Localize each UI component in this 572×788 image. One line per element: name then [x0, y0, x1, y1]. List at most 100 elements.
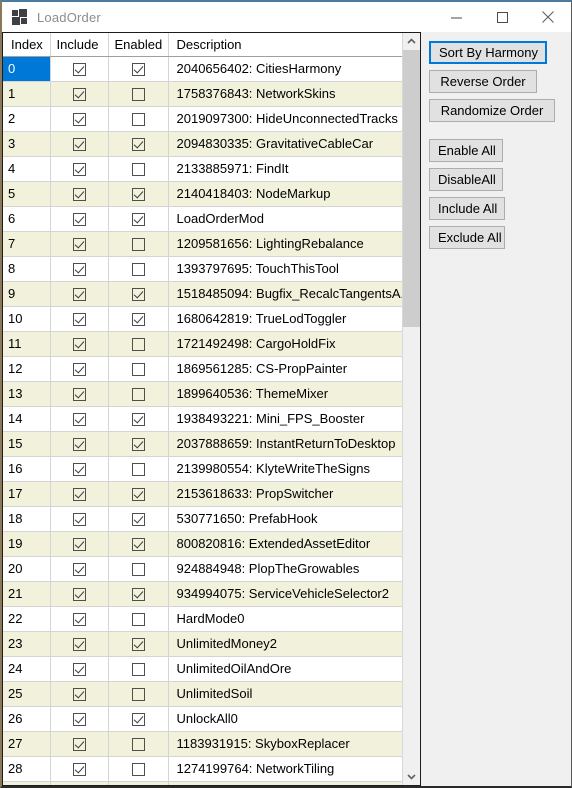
cell-enabled-checkbox[interactable] [108, 406, 169, 432]
cell-index[interactable]: 17 [3, 481, 51, 507]
checkbox-unchecked-icon[interactable] [131, 663, 145, 677]
cell-include-checkbox[interactable] [50, 756, 109, 782]
column-header-enabled[interactable]: Enabled [108, 33, 169, 57]
cell-description[interactable]: LoadOrderMod [168, 206, 402, 232]
cell-index[interactable]: 19 [3, 531, 51, 557]
cell-index[interactable]: 22 [3, 606, 51, 632]
cell-description[interactable]: 1183931915: SkyboxReplacer [168, 731, 402, 757]
checkbox-unchecked-icon[interactable] [131, 738, 145, 752]
checkbox-checked-icon[interactable] [131, 538, 145, 552]
cell-index[interactable]: 16 [3, 456, 51, 482]
cell-description[interactable]: HardMode0 [168, 606, 402, 632]
sort-by-harmony-button[interactable]: Sort By Harmony [429, 41, 547, 64]
table-row[interactable]: 9 1518485094: Bugfix_RecalcTangentsA... [3, 281, 402, 307]
cell-index[interactable]: 15 [3, 431, 51, 457]
cell-index[interactable]: 20 [3, 556, 51, 582]
cell-description[interactable]: 1680642819: TrueLodToggler [168, 306, 402, 332]
scrollbar-track[interactable] [403, 50, 420, 768]
checkbox-unchecked-icon[interactable] [131, 88, 145, 102]
cell-include-checkbox[interactable] [50, 81, 109, 107]
cell-description[interactable]: 1721492498: CargoHoldFix [168, 331, 402, 357]
table-row[interactable]: 19 800820816: ExtendedAssetEditor [3, 531, 402, 557]
cell-enabled-checkbox[interactable] [108, 106, 169, 132]
cell-include-checkbox[interactable] [50, 506, 109, 532]
cell-include-checkbox[interactable] [50, 56, 109, 82]
table-row[interactable]: 28 1274199764: NetworkTiling [3, 756, 402, 782]
checkbox-unchecked-icon[interactable] [131, 388, 145, 402]
cell-description[interactable] [168, 781, 402, 785]
checkbox-checked-icon[interactable] [72, 113, 86, 127]
table-row[interactable]: 15 2037888659: InstantReturnToDesktop [3, 431, 402, 457]
cell-enabled-checkbox[interactable] [108, 256, 169, 282]
cell-description[interactable]: 1274199764: NetworkTiling [168, 756, 402, 782]
checkbox-checked-icon[interactable] [131, 213, 145, 227]
cell-description[interactable]: 1518485094: Bugfix_RecalcTangentsA... [168, 281, 402, 307]
checkbox-checked-icon[interactable] [131, 63, 145, 77]
checkbox-checked-icon[interactable] [72, 313, 86, 327]
maximize-button[interactable] [479, 2, 525, 32]
cell-index[interactable]: 27 [3, 731, 51, 757]
checkbox-checked-icon[interactable] [131, 588, 145, 602]
scroll-down-button[interactable] [403, 768, 420, 785]
table-row[interactable]: 25 UnlimitedSoil [3, 681, 402, 707]
checkbox-checked-icon[interactable] [72, 88, 86, 102]
cell-index[interactable]: 24 [3, 656, 51, 682]
checkbox-checked-icon[interactable] [72, 138, 86, 152]
checkbox-unchecked-icon[interactable] [131, 613, 145, 627]
cell-enabled-checkbox[interactable] [108, 81, 169, 107]
table-row[interactable]: 17 2153618633: PropSwitcher [3, 481, 402, 507]
exclude-all-button[interactable]: Exclude All [429, 226, 505, 249]
checkbox-unchecked-icon[interactable] [131, 563, 145, 577]
minimize-button[interactable] [433, 2, 479, 32]
checkbox-checked-icon[interactable] [131, 438, 145, 452]
table-row[interactable]: 3 2094830335: GravitativeCableCar [3, 131, 402, 157]
cell-index[interactable]: 26 [3, 706, 51, 732]
cell-index[interactable]: 14 [3, 406, 51, 432]
cell-index[interactable]: 2 [3, 106, 51, 132]
cell-description[interactable]: 2133885971: FindIt [168, 156, 402, 182]
table-row[interactable]: 6 LoadOrderMod [3, 206, 402, 232]
cell-include-checkbox[interactable] [50, 256, 109, 282]
checkbox-checked-icon[interactable] [72, 338, 86, 352]
title-bar[interactable]: LoadOrder [2, 2, 571, 32]
cell-enabled-checkbox[interactable] [108, 781, 169, 785]
cell-enabled-checkbox[interactable] [108, 156, 169, 182]
cell-description[interactable]: 2019097300: HideUnconnectedTracks [168, 106, 402, 132]
cell-index[interactable]: 13 [3, 381, 51, 407]
checkbox-unchecked-icon[interactable] [131, 338, 145, 352]
scroll-up-button[interactable] [403, 33, 420, 50]
table-row[interactable]: 26 UnlockAll0 [3, 706, 402, 732]
cell-include-checkbox[interactable] [50, 381, 109, 407]
table-row[interactable]: 18 530771650: PrefabHook [3, 506, 402, 532]
table-row[interactable]: 24 UnlimitedOilAndOre [3, 656, 402, 682]
cell-index[interactable]: 3 [3, 131, 51, 157]
disable-all-button[interactable]: DisableAll [429, 168, 503, 191]
cell-include-checkbox[interactable] [50, 331, 109, 357]
cell-enabled-checkbox[interactable] [108, 631, 169, 657]
cell-enabled-checkbox[interactable] [108, 581, 169, 607]
table-row[interactable]: 21 934994075: ServiceVehicleSelector2 [3, 581, 402, 607]
table-row[interactable]: 4 2133885971: FindIt [3, 156, 402, 182]
table-row[interactable]: 1 1758376843: NetworkSkins [3, 81, 402, 107]
cell-include-checkbox[interactable] [50, 781, 109, 785]
cell-enabled-checkbox[interactable] [108, 356, 169, 382]
cell-include-checkbox[interactable] [50, 606, 109, 632]
cell-index[interactable]: 29 [3, 781, 51, 785]
checkbox-unchecked-icon[interactable] [131, 113, 145, 127]
checkbox-checked-icon[interactable] [131, 188, 145, 202]
cell-index[interactable]: 11 [3, 331, 51, 357]
table-row[interactable]: 13 1899640536: ThemeMixer [3, 381, 402, 407]
table-row[interactable]: 22 HardMode0 [3, 606, 402, 632]
cell-enabled-checkbox[interactable] [108, 506, 169, 532]
cell-description[interactable]: 800820816: ExtendedAssetEditor [168, 531, 402, 557]
scrollbar-thumb[interactable] [403, 50, 420, 327]
cell-include-checkbox[interactable] [50, 156, 109, 182]
checkbox-checked-icon[interactable] [72, 588, 86, 602]
checkbox-checked-icon[interactable] [131, 488, 145, 502]
table-row[interactable]: 2 2019097300: HideUnconnectedTracks [3, 106, 402, 132]
cell-index[interactable]: 21 [3, 581, 51, 607]
cell-include-checkbox[interactable] [50, 406, 109, 432]
cell-include-checkbox[interactable] [50, 181, 109, 207]
checkbox-checked-icon[interactable] [131, 513, 145, 527]
cell-include-checkbox[interactable] [50, 131, 109, 157]
